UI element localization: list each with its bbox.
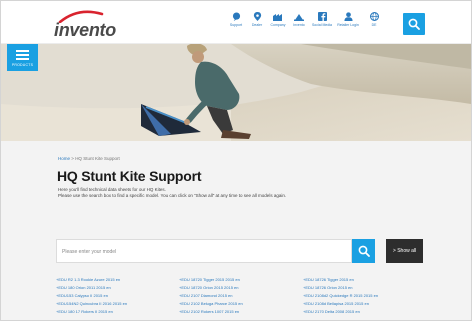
- site-header: invento Support Dealer Company Invento S…: [1, 1, 471, 44]
- model-column-3: +EDU 18726 Tigger 2015 en +EDU 18726 Ori…: [303, 276, 423, 316]
- model-link[interactable]: +EDU154N2 Quincubra II 2016 2015 en: [56, 300, 176, 308]
- cloud-icon: [294, 14, 304, 21]
- hamburger-icon-bar-3: [16, 58, 29, 60]
- chat-icon: [232, 12, 240, 21]
- location-pin-icon: [253, 12, 261, 21]
- header-search-button[interactable]: [403, 13, 425, 35]
- model-link[interactable]: +EDU 2102 Rokers 1007 2015 en: [179, 308, 299, 316]
- nav-language[interactable]: DE: [361, 12, 387, 40]
- breadcrumb-home-link[interactable]: Home: [58, 156, 70, 161]
- globe-icon: [369, 12, 379, 21]
- page-title: HQ Stunt Kite Support: [57, 168, 202, 184]
- model-link[interactable]: +EDU 2108d2 Quickedge R 2015 2015 en: [303, 292, 423, 300]
- search-icon: [358, 245, 370, 257]
- model-search-field: [56, 239, 352, 263]
- model-link[interactable]: +EDU 2107 Diamond 2015 en: [179, 292, 299, 300]
- breadcrumb: Home > HQ Stunt Kite Support: [58, 156, 120, 161]
- model-link[interactable]: +EDU 18720 Tigger 2015 2015 en: [179, 276, 299, 284]
- model-link[interactable]: +EDU R2 1.3 Rookie Azure 2015 en: [56, 276, 176, 284]
- hamburger-icon-bar-2: [16, 54, 29, 56]
- breadcrumb-separator: >: [71, 156, 74, 161]
- intro-line-2: Please use the search box to find a spec…: [58, 193, 287, 198]
- invento-logo[interactable]: invento: [54, 9, 124, 40]
- model-link[interactable]: +EDU 180 Orion 2011 2015 en: [56, 284, 176, 292]
- logo-text: invento: [54, 20, 116, 40]
- products-menu-tab[interactable]: PRODUCTS: [7, 44, 38, 71]
- model-search-input[interactable]: [57, 241, 351, 263]
- beach-kite-photo: [1, 44, 471, 141]
- model-search-button[interactable]: [352, 239, 375, 263]
- model-link[interactable]: +EDU 2108d Bellapisa 2015 2015 en: [303, 300, 423, 308]
- hamburger-icon-bar-1: [16, 50, 29, 52]
- products-label: PRODUCTS: [11, 63, 34, 67]
- model-link[interactable]: +EDU 180 17 Rokers II 2015 en: [56, 308, 176, 316]
- search-icon: [408, 18, 420, 30]
- facebook-icon: [317, 12, 327, 21]
- nav-social-media-label: Social Media: [311, 23, 333, 27]
- factory-icon: [273, 14, 282, 21]
- nav-retailer-login-label: Retailer Login: [337, 23, 359, 27]
- nav-retailer-login[interactable]: Retailer Login: [335, 12, 361, 40]
- model-link[interactable]: +EDU 18720 Orion 2015 2015 en: [179, 284, 299, 292]
- model-link[interactable]: +EDU 2170 Delta 2008 2015 en: [303, 308, 423, 316]
- model-column-1: +EDU R2 1.3 Rookie Azure 2015 en +EDU 18…: [56, 276, 176, 316]
- breadcrumb-current: HQ Stunt Kite Support: [75, 156, 120, 161]
- user-icon: [343, 12, 353, 21]
- show-all-button[interactable]: > Show all: [386, 239, 423, 263]
- model-link[interactable]: +EDU 18726 Tigger 2015 en: [303, 276, 423, 284]
- model-link[interactable]: +EDU 18726 Orion 2015 en: [303, 284, 423, 292]
- nav-language-label: DE: [371, 23, 377, 27]
- hero-image: [1, 44, 471, 141]
- model-link[interactable]: +EDU 2102 Beluga Pharce 2015 en: [179, 300, 299, 308]
- nav-social-media[interactable]: Social Media: [309, 12, 335, 40]
- intro-text: Here you'll find technical data sheets f…: [58, 187, 358, 199]
- model-link[interactable]: +EDU153 Calypso II 2015 en: [56, 292, 176, 300]
- model-column-2: +EDU 18720 Tigger 2015 2015 en +EDU 1872…: [179, 276, 299, 316]
